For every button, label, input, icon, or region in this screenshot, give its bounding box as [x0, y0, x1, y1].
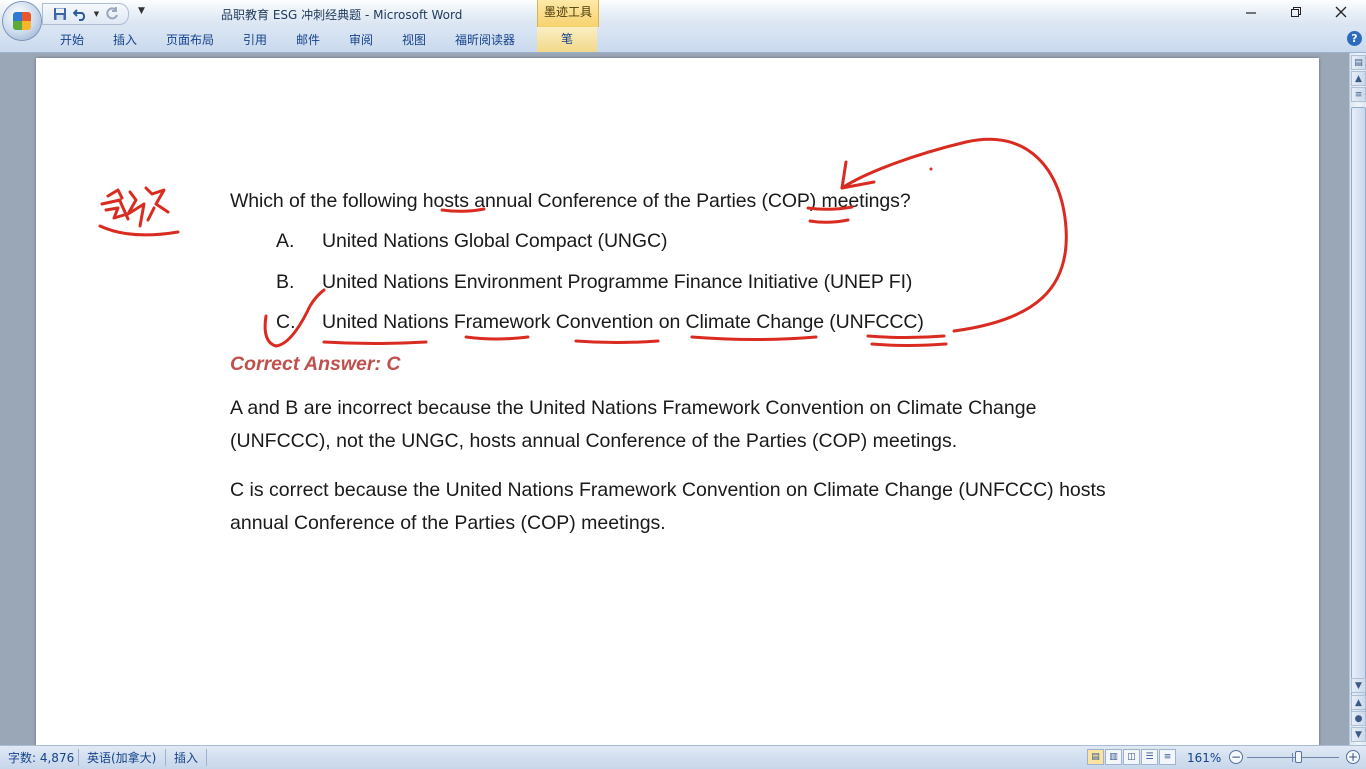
restore-icon: [1291, 7, 1301, 17]
question-text: Which of the following hosts annual Conf…: [230, 190, 911, 212]
zoom-slider-thumb[interactable]: [1295, 751, 1302, 763]
tab-review[interactable]: 审阅: [349, 30, 373, 50]
outline-view-icon[interactable]: ☰: [1141, 749, 1158, 765]
help-icon[interactable]: ?: [1347, 31, 1362, 46]
option-b-text: United Nations Environment Programme Fin…: [322, 271, 913, 293]
underline-cop-2: [808, 218, 850, 224]
status-divider: [206, 749, 207, 766]
next-page-icon[interactable]: ▼: [1351, 727, 1366, 742]
document-page[interactable]: Which of the following hosts annual Conf…: [36, 58, 1319, 745]
redo-icon[interactable]: [103, 6, 121, 22]
option-a-text: United Nations Global Compact (UNGC): [322, 230, 668, 252]
arrow-head: [840, 160, 876, 190]
zoom-slider-track[interactable]: [1247, 757, 1339, 758]
zoom-center-tick: [1292, 753, 1293, 762]
scroll-up-icon[interactable]: ▲: [1351, 71, 1366, 86]
correct-answer: Correct Answer: C: [230, 353, 401, 375]
close-icon: [1335, 6, 1347, 18]
option-b-letter: B.: [276, 271, 295, 293]
explanation-ab: A and B are incorrect because the United…: [230, 397, 1037, 452]
customize-toolbar-icon[interactable]: ▼: [138, 6, 145, 16]
tab-pen[interactable]: 笔: [537, 27, 597, 52]
close-button[interactable]: [1318, 0, 1364, 24]
zoom-in-icon[interactable]: +: [1346, 750, 1360, 764]
tab-home[interactable]: 开始: [60, 30, 84, 50]
quick-access-toolbar: ▼: [42, 3, 129, 25]
handwritten-note: [98, 186, 180, 237]
underline-convention: [574, 339, 660, 344]
status-bar: 字数: 4,876 英语(加拿大) 插入 ▤ ▥ ◫ ☰ ≡ 161% − +: [0, 745, 1366, 769]
title-bar: ▼ ▼ 品职教育 ESG 冲刺经典题 - Microsoft Word 墨迹工具: [0, 0, 1366, 27]
undo-dropdown-icon[interactable]: ▼: [93, 6, 100, 22]
tab-references[interactable]: 引用: [243, 30, 267, 50]
language-indicator[interactable]: 英语(加拿大): [87, 750, 156, 766]
tab-mailings[interactable]: 邮件: [296, 30, 320, 50]
scroll-thumb[interactable]: [1351, 107, 1366, 713]
full-screen-reading-icon[interactable]: ▥: [1105, 749, 1122, 765]
minimize-button[interactable]: [1228, 0, 1274, 24]
underline-framework: [464, 335, 530, 341]
print-layout-view-icon[interactable]: ▤: [1087, 749, 1104, 765]
undo-icon[interactable]: [72, 6, 90, 22]
previous-page-icon[interactable]: ▲: [1351, 695, 1366, 710]
option-c-letter: C.: [276, 311, 296, 333]
document-area[interactable]: Which of the following hosts annual Conf…: [0, 53, 1349, 745]
underline-unfccc-2: [870, 342, 948, 347]
browse-object-icon[interactable]: ●: [1351, 711, 1366, 726]
option-c-text: United Nations Framework Convention on C…: [322, 311, 924, 333]
office-logo-icon: [13, 12, 31, 30]
status-divider: [78, 749, 79, 766]
option-a-letter: A.: [276, 230, 295, 252]
insert-mode[interactable]: 插入: [174, 750, 198, 766]
zoom-level[interactable]: 161%: [1187, 750, 1221, 766]
office-button[interactable]: [3, 2, 41, 40]
ribbon-tabs: 开始 插入 页面布局 引用 邮件 审阅 视图 福昕阅读器 笔 ?: [0, 27, 1366, 53]
underline-unfccc-1: [866, 334, 946, 339]
underline-united-nations: [322, 340, 428, 345]
tab-page-layout[interactable]: 页面布局: [166, 30, 214, 50]
window-title: 品职教育 ESG 冲刺经典题 - Microsoft Word: [221, 8, 463, 22]
minimize-icon: [1246, 12, 1256, 14]
save-icon[interactable]: [51, 6, 69, 22]
restore-button[interactable]: [1273, 0, 1319, 24]
zoom-out-icon[interactable]: −: [1229, 750, 1243, 764]
ink-tools-group-label: 墨迹工具: [537, 0, 599, 27]
web-layout-icon[interactable]: ◫: [1123, 749, 1140, 765]
tab-insert[interactable]: 插入: [113, 30, 137, 50]
ruler-toggle-icon[interactable]: ▤: [1351, 55, 1366, 70]
scroll-down-icon[interactable]: ▼: [1351, 678, 1366, 693]
status-divider: [165, 749, 166, 766]
tab-view[interactable]: 视图: [402, 30, 426, 50]
scroll-up-page-icon[interactable]: ≡: [1351, 87, 1366, 102]
draft-view-icon[interactable]: ≡: [1159, 749, 1176, 765]
vertical-scrollbar[interactable]: ▤ ▲ ≡ ▼ ▲ ● ▼: [1349, 53, 1366, 745]
word-count[interactable]: 字数: 4,876: [8, 750, 74, 766]
underline-climate-change: [690, 335, 818, 341]
explanation-c: C is correct because the United Nations …: [230, 479, 1106, 534]
tab-foxit-reader[interactable]: 福昕阅读器: [455, 30, 515, 50]
arrow-curve: [840, 137, 1068, 333]
